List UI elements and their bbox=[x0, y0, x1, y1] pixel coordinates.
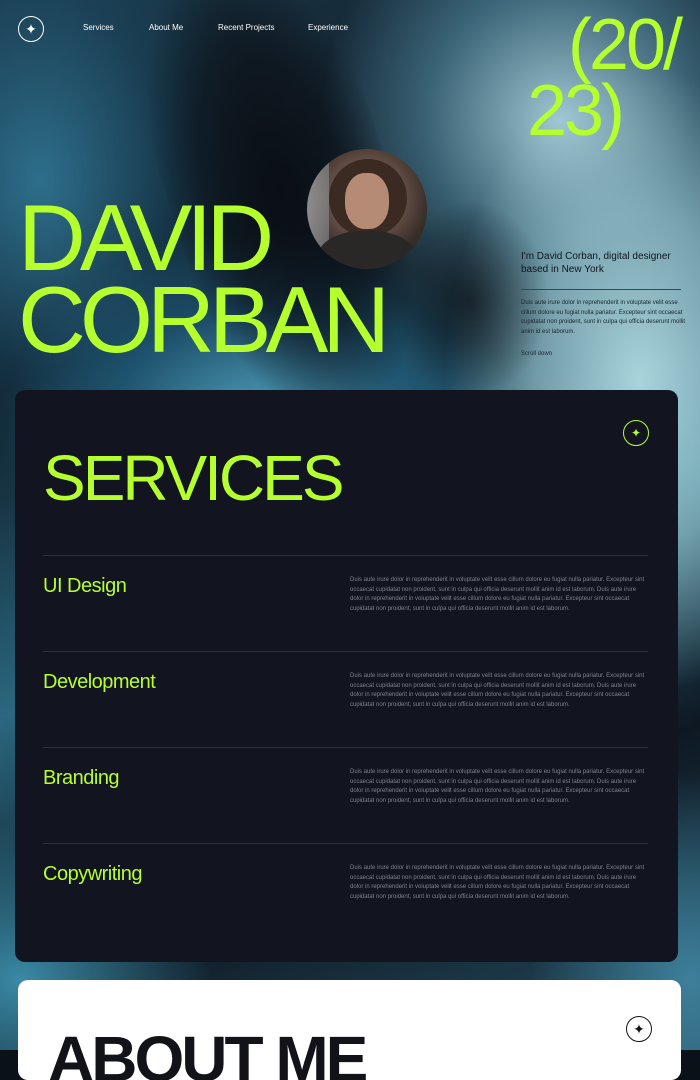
service-name: UI Design bbox=[43, 575, 127, 597]
nav-link-recent-projects[interactable]: Recent Projects bbox=[218, 23, 274, 32]
year-display: (20/ 23) bbox=[480, 9, 683, 151]
services-section: ✦ SERVICES UI Design Duis aute irure dol… bbox=[15, 390, 678, 962]
service-name: Development bbox=[43, 671, 156, 693]
hero-name-line-2: CORBAN bbox=[18, 267, 390, 372]
sparkle-icon[interactable]: ✦ bbox=[623, 420, 649, 446]
intro-title: I'm David Corban, digital designer based… bbox=[521, 251, 671, 275]
nav-link-services[interactable]: Services bbox=[83, 23, 114, 32]
service-row-development[interactable]: Development Duis aute irure dolor in rep… bbox=[43, 651, 648, 748]
year-line-2: 23) bbox=[526, 71, 625, 151]
service-row-branding[interactable]: Branding Duis aute irure dolor in repreh… bbox=[43, 747, 648, 844]
sparkle-icon[interactable]: ✦ bbox=[18, 16, 44, 42]
service-description: Duis aute irure dolor in reprehenderit i… bbox=[350, 865, 645, 900]
nav-link-experience[interactable]: Experience bbox=[308, 23, 348, 32]
about-section: ✦ ABOUT ME bbox=[18, 980, 681, 1080]
service-row-ui-design[interactable]: UI Design Duis aute irure dolor in repre… bbox=[43, 555, 648, 652]
service-description: Duis aute irure dolor in reprehenderit i… bbox=[350, 769, 645, 804]
scroll-down-link[interactable]: Scroll down bbox=[521, 351, 552, 357]
about-title: ABOUT ME bbox=[48, 1023, 368, 1080]
service-description: Duis aute irure dolor in reprehenderit i… bbox=[350, 673, 645, 708]
nav-link-about-me[interactable]: About Me bbox=[149, 23, 183, 32]
service-name: Branding bbox=[43, 767, 120, 789]
intro-divider bbox=[521, 289, 681, 290]
service-row-copywriting[interactable]: Copywriting Duis aute irure dolor in rep… bbox=[43, 843, 648, 940]
intro-text: Duis aute irure dolor in reprehenderit i… bbox=[521, 300, 685, 335]
services-title: SERVICES bbox=[43, 442, 344, 514]
service-name: Copywriting bbox=[43, 863, 142, 885]
sparkle-icon[interactable]: ✦ bbox=[626, 1016, 652, 1042]
hero-name: DAVID CORBAN bbox=[18, 191, 390, 372]
service-description: Duis aute irure dolor in reprehenderit i… bbox=[350, 577, 645, 612]
